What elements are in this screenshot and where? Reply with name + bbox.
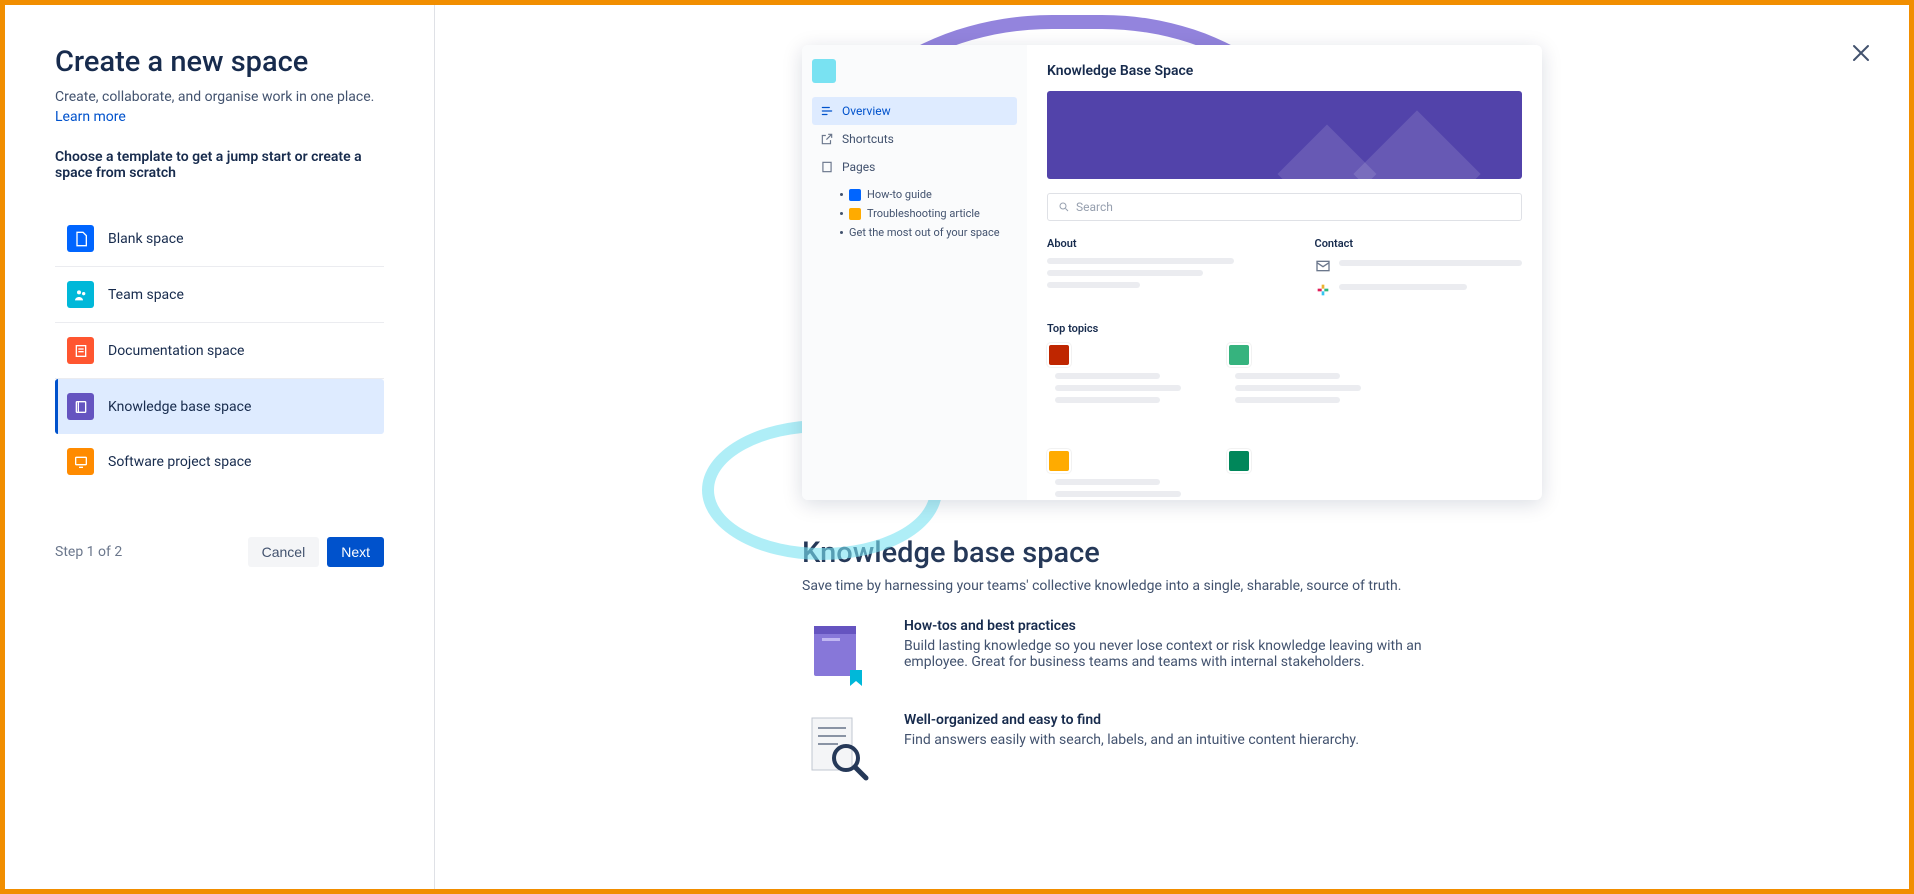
- preview-main: Knowledge Base Space Search About Contac…: [1027, 45, 1542, 500]
- template-documentation-space[interactable]: Documentation space: [55, 323, 384, 379]
- right-panel: Overview Shortcuts Pages How-to guide Tr…: [435, 5, 1909, 889]
- topic-grid: [1047, 343, 1522, 500]
- learn-more-link[interactable]: Learn more: [55, 109, 384, 125]
- feature-howtos: How-tos and best practices Build lasting…: [802, 618, 1542, 690]
- topic-icon: [1047, 449, 1071, 473]
- topic-icon: [1227, 449, 1251, 473]
- footer-row: Step 1 of 2 Cancel Next: [55, 537, 384, 567]
- preview-nav-label: Pages: [842, 160, 875, 174]
- preview-card: Overview Shortcuts Pages How-to guide Tr…: [802, 45, 1542, 500]
- preview-nav-pages: Pages: [812, 153, 1017, 181]
- template-desc: Save time by harnessing your teams' coll…: [802, 578, 1542, 594]
- page-icon: [820, 160, 834, 174]
- preview-space-title: Knowledge Base Space: [1047, 63, 1522, 79]
- preview-page-item: Get the most out of your space: [840, 223, 1017, 242]
- document-search-icon: [802, 712, 874, 784]
- slack-icon: [1315, 282, 1331, 298]
- doc-icon: [67, 337, 94, 364]
- top-topics-label: Top topics: [1047, 322, 1522, 335]
- feature-title: How-tos and best practices: [904, 618, 1464, 634]
- people-icon: [67, 281, 94, 308]
- preview-contact: Contact: [1315, 237, 1523, 306]
- preview-pages-list: How-to guide Troubleshooting article Get…: [812, 185, 1017, 242]
- preview-nav-shortcuts: Shortcuts: [812, 125, 1017, 153]
- template-description: Knowledge base space Save time by harnes…: [802, 536, 1542, 784]
- cancel-button[interactable]: Cancel: [248, 537, 320, 567]
- template-software-project-space[interactable]: Software project space: [55, 434, 384, 489]
- topic-icon: [1047, 343, 1071, 367]
- template-team-space[interactable]: Team space: [55, 267, 384, 323]
- about-label: About: [1047, 237, 1255, 250]
- mail-icon: [1315, 258, 1331, 274]
- template-label: Team space: [108, 287, 184, 303]
- space-logo-icon: [812, 59, 836, 83]
- feature-organized: Well-organized and easy to find Find ans…: [802, 712, 1542, 784]
- template-knowledge-base-space[interactable]: Knowledge base space: [55, 379, 384, 434]
- book-bookmark-icon: [802, 618, 874, 690]
- book-icon: [67, 393, 94, 420]
- template-label: Software project space: [108, 454, 251, 470]
- tool-icon: [849, 208, 861, 220]
- topic-icon: [1227, 343, 1251, 367]
- template-label: Blank space: [108, 231, 184, 247]
- preview-nav-overview: Overview: [812, 97, 1017, 125]
- preview-sidebar: Overview Shortcuts Pages How-to guide Tr…: [802, 45, 1027, 500]
- step-label: Step 1 of 2: [55, 544, 122, 560]
- template-prompt: Choose a template to get a jump start or…: [55, 149, 384, 181]
- left-panel: Create a new space Create, collaborate, …: [5, 5, 435, 889]
- search-icon: [1058, 201, 1070, 213]
- external-link-icon: [820, 132, 834, 146]
- preview-nav-label: Overview: [842, 104, 891, 118]
- preview-about: About: [1047, 237, 1255, 306]
- list-icon: [820, 104, 834, 118]
- template-title: Knowledge base space: [802, 536, 1542, 570]
- preview-banner: [1047, 91, 1522, 179]
- preview-search: Search: [1047, 193, 1522, 221]
- page-icon: [67, 225, 94, 252]
- next-button[interactable]: Next: [327, 537, 384, 567]
- preview-page-item: Troubleshooting article: [840, 204, 1017, 223]
- feature-desc: Find answers easily with search, labels,…: [904, 732, 1359, 748]
- template-label: Documentation space: [108, 343, 244, 359]
- info-icon: [849, 189, 861, 201]
- preview-nav-label: Shortcuts: [842, 132, 894, 146]
- preview-page-item: How-to guide: [840, 185, 1017, 204]
- contact-label: Contact: [1315, 237, 1523, 250]
- feature-title: Well-organized and easy to find: [904, 712, 1359, 728]
- page-title: Create a new space: [55, 45, 384, 79]
- feature-desc: Build lasting knowledge so you never los…: [904, 638, 1464, 670]
- template-blank-space[interactable]: Blank space: [55, 211, 384, 267]
- page-subtitle: Create, collaborate, and organise work i…: [55, 89, 384, 105]
- template-label: Knowledge base space: [108, 399, 251, 415]
- monitor-icon: [67, 448, 94, 475]
- template-list: Blank space Team space Documentation spa…: [55, 211, 384, 489]
- search-placeholder: Search: [1076, 200, 1113, 214]
